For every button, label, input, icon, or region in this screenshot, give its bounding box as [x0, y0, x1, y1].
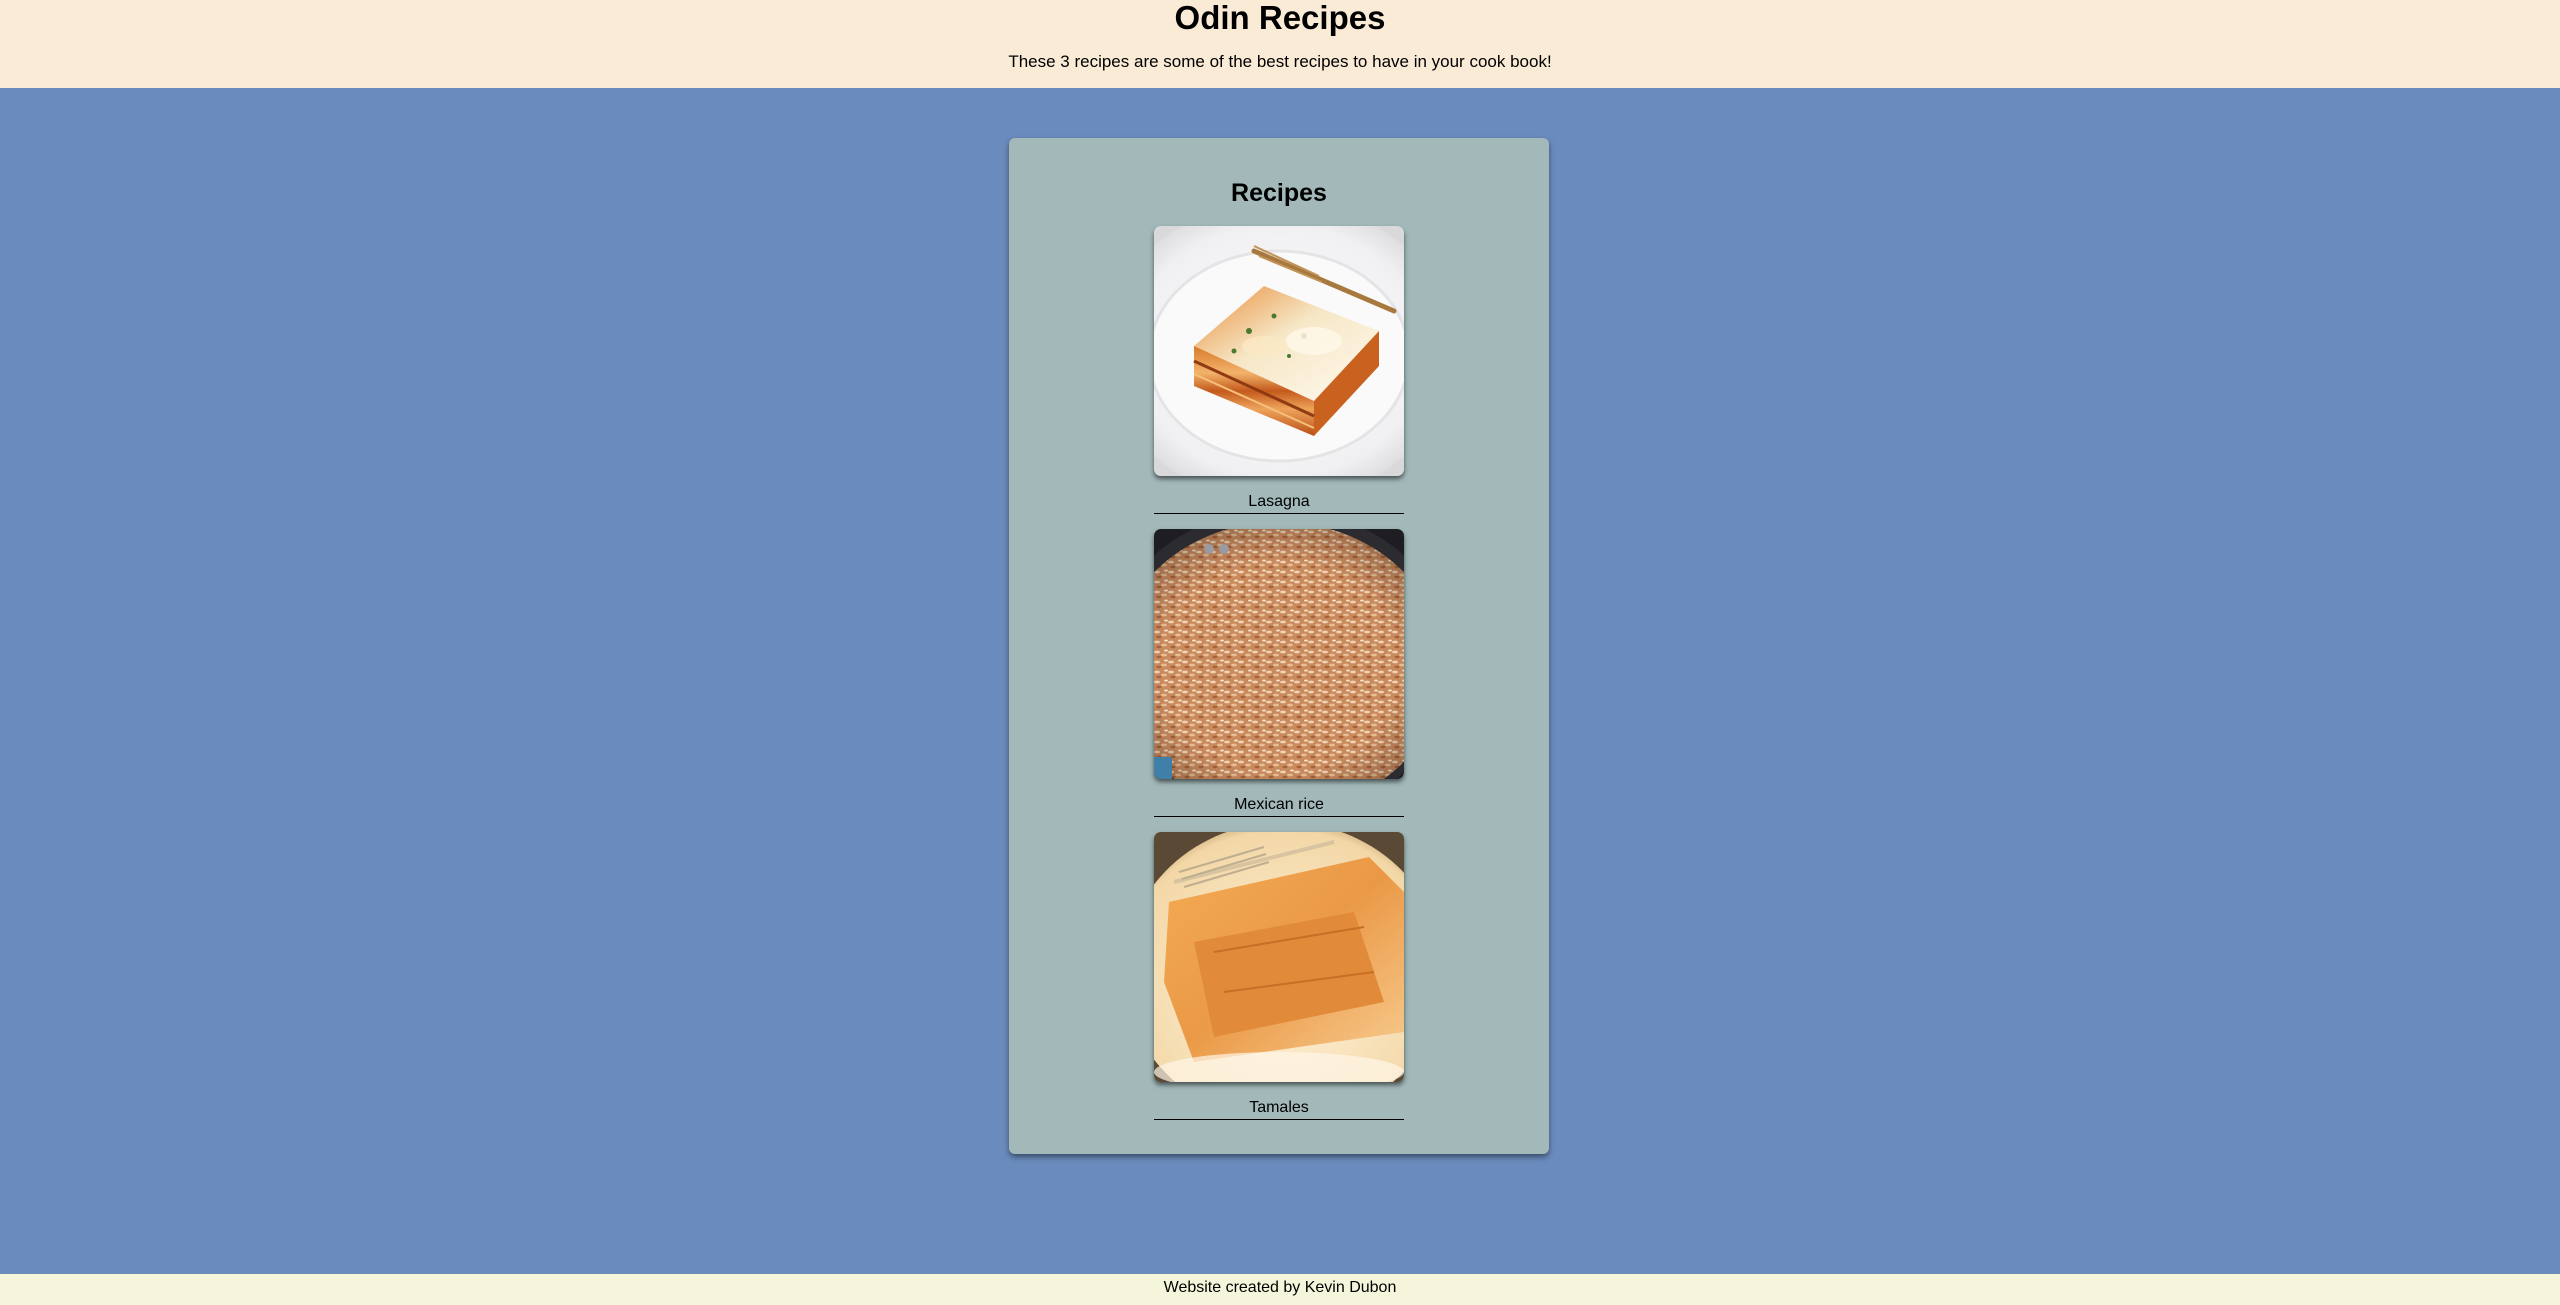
recipe-link-lasagna[interactable]: Lasagna — [1154, 492, 1404, 514]
recipes-card: Recipes Lasagna Mexican rice Tamales — [1009, 138, 1549, 1154]
recipe-link-mexican-rice[interactable]: Mexican rice — [1154, 795, 1404, 817]
recipe-item-tamales: Tamales — [1154, 832, 1404, 1120]
recipe-link-tamales[interactable]: Tamales — [1154, 1098, 1404, 1120]
site-footer: Website created by Kevin Dubon — [0, 1274, 2560, 1305]
tamales-photo[interactable] — [1154, 832, 1404, 1082]
site-subtitle: These 3 recipes are some of the best rec… — [1008, 52, 1552, 71]
site-header: Odin Recipes These 3 recipes are some of… — [0, 0, 2560, 88]
footer-credit-text: Website created by — [1163, 1279, 1305, 1296]
recipe-item-mexican-rice: Mexican rice — [1154, 529, 1404, 817]
author-link[interactable]: Kevin Dubon — [1305, 1279, 1397, 1296]
mexican-rice-photo[interactable] — [1154, 529, 1404, 779]
recipe-item-lasagna: Lasagna — [1154, 226, 1404, 514]
recipes-heading: Recipes — [1231, 179, 1327, 207]
site-title: Odin Recipes — [1174, 0, 1386, 36]
lasagna-photo[interactable] — [1154, 226, 1404, 476]
